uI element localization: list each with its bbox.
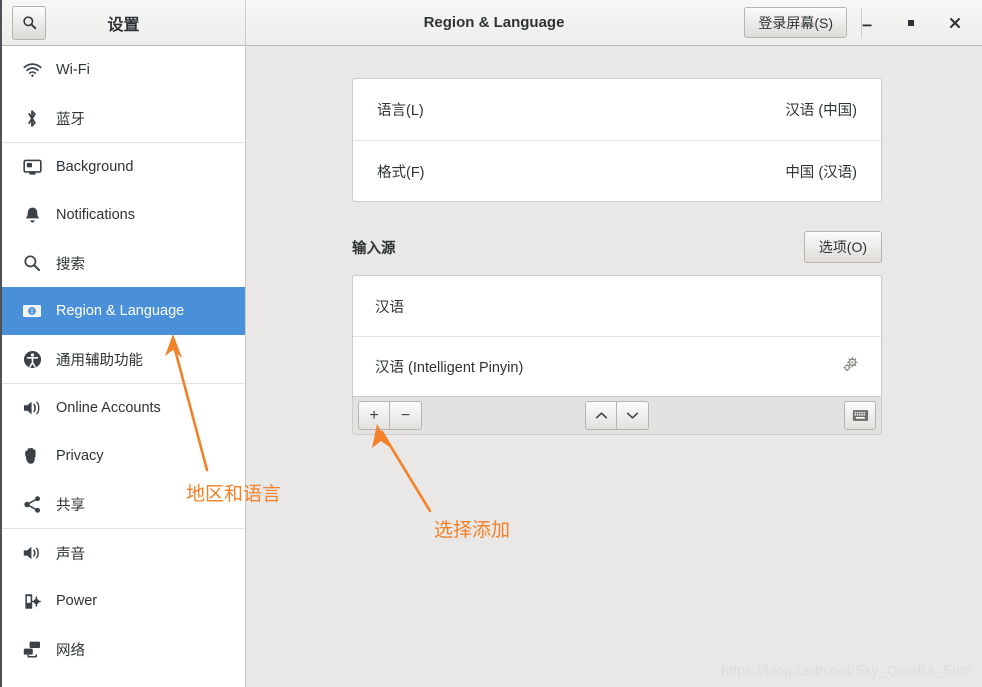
sidebar-item-region-language[interactable]: Region & Language — [2, 287, 245, 335]
chevron-down-icon — [626, 412, 639, 419]
minimize-icon — [862, 24, 872, 27]
close-icon — [950, 18, 960, 28]
language-format-frame: 语言(L) 汉语 (中国) 格式(F) 中国 (汉语) — [352, 78, 882, 202]
region-language-icon — [20, 303, 44, 319]
language-row[interactable]: 语言(L) 汉语 (中国) — [353, 79, 881, 140]
format-row[interactable]: 格式(F) 中国 (汉语) — [353, 140, 881, 201]
input-sources-title: 输入源 — [352, 240, 396, 257]
annotation-label-region-language: 地区和语言 — [186, 484, 282, 505]
input-sources-header: 输入源 选项(O) — [352, 231, 882, 263]
sidebar-item-sound[interactable]: 声音 — [2, 529, 245, 577]
maximize-button[interactable] — [898, 10, 924, 36]
sidebar-item-bluetooth[interactable]: 蓝牙 — [2, 94, 245, 142]
bell-icon — [20, 206, 44, 225]
settings-window: 设置 Region & Language 登录屏幕(S) Wi-Fi 蓝牙 Ba… — [0, 0, 982, 687]
move-up-button[interactable] — [585, 401, 617, 430]
sidebar-item-label: 声音 — [56, 546, 85, 563]
sidebar-item-label: 共享 — [56, 497, 85, 514]
online-accounts-icon — [20, 399, 44, 417]
language-row-label: 语言(L) — [377, 103, 424, 119]
sidebar-item-privacy[interactable]: Privacy — [2, 432, 245, 480]
settings-gear-icon[interactable] — [842, 356, 859, 377]
chevron-up-icon — [595, 412, 607, 419]
options-button[interactable]: 选项(O) — [803, 231, 882, 263]
privacy-hand-icon — [20, 447, 44, 466]
add-remove-group: + − — [358, 401, 422, 430]
share-icon — [20, 495, 44, 514]
watermark: https://blog.csdn.net/Sky_QiaoBa_Sum — [721, 662, 972, 678]
input-source-name: 汉语 — [375, 299, 404, 316]
sidebar-item-label: 网络 — [56, 642, 85, 659]
titlebar: 设置 Region & Language 登录屏幕(S) — [2, 0, 982, 46]
window-controls — [854, 0, 974, 46]
content-area: 语言(L) 汉语 (中国) 格式(F) 中国 (汉语) 输入源 选项(O) 汉语 — [246, 46, 982, 687]
input-sources-toolbar: + − — [352, 396, 882, 435]
list-item[interactable]: 汉语 — [353, 276, 881, 336]
input-source-name: 汉语 (Intelligent Pinyin) — [375, 360, 524, 376]
language-row-value: 汉语 (中国) — [785, 103, 857, 119]
sidebar-item-label: 搜索 — [56, 256, 85, 273]
titlebar-sidebar-section: 设置 — [2, 0, 246, 45]
maximize-icon — [908, 20, 914, 26]
keyboard-preview-icon — [852, 410, 868, 421]
sidebar-item-label: Power — [56, 593, 98, 609]
content-inner: 语言(L) 汉语 (中国) 格式(F) 中国 (汉语) 输入源 选项(O) 汉语 — [246, 46, 982, 435]
power-battery-icon — [20, 592, 44, 611]
search-button[interactable] — [12, 5, 46, 40]
wifi-icon — [20, 62, 44, 78]
sidebar-item-label: 蓝牙 — [56, 111, 85, 128]
annotation-label-add: 选择添加 — [434, 520, 511, 541]
sidebar-item-power[interactable]: Power — [2, 577, 245, 625]
show-keyboard-layout-button[interactable] — [844, 401, 876, 430]
accessibility-icon — [20, 350, 44, 369]
close-button[interactable] — [942, 10, 968, 36]
sidebar-item-label: Privacy — [56, 448, 104, 464]
bluetooth-icon — [20, 109, 44, 128]
list-item[interactable]: 汉语 (Intelligent Pinyin) — [353, 336, 881, 396]
format-row-label: 格式(F) — [377, 164, 425, 181]
sidebar-item-label: Online Accounts — [56, 400, 161, 416]
search-icon — [20, 254, 44, 272]
format-row-value: 中国 (汉语) — [785, 164, 857, 181]
sidebar-item-wifi[interactable]: Wi-Fi — [2, 46, 245, 94]
remove-input-source-button[interactable]: − — [390, 401, 422, 430]
input-sources-list: 汉语 汉语 (Intelligent Pinyin) — [352, 275, 882, 396]
move-down-button[interactable] — [617, 401, 649, 430]
background-icon — [20, 159, 44, 176]
add-input-source-button[interactable]: + — [358, 401, 390, 430]
minimize-button[interactable] — [854, 10, 880, 36]
login-screen-button[interactable]: 登录屏幕(S) — [744, 7, 847, 38]
titlebar-content-section: Region & Language 登录屏幕(S) — [246, 0, 982, 45]
reorder-group — [585, 401, 649, 430]
sound-icon — [20, 544, 44, 562]
network-icon — [20, 640, 44, 658]
keyboard-preview-group — [844, 401, 876, 430]
sidebar-item-search[interactable]: 搜索 — [2, 239, 245, 287]
sidebar-item-notifications[interactable]: Notifications — [2, 191, 245, 239]
sidebar-item-label: Background — [56, 159, 134, 175]
window-body: Wi-Fi 蓝牙 Background Notifications 搜索 Reg… — [2, 46, 982, 687]
sidebar-item-label: Wi-Fi — [56, 62, 90, 78]
sidebar: Wi-Fi 蓝牙 Background Notifications 搜索 Reg… — [2, 46, 246, 687]
page-title: Region & Language — [423, 14, 565, 31]
sidebar-item-network[interactable]: 网络 — [2, 625, 245, 673]
sidebar-item-label: Region & Language — [56, 303, 185, 319]
sidebar-item-accessibility[interactable]: 通用辅助功能 — [2, 335, 245, 383]
search-icon — [22, 16, 36, 30]
sidebar-item-online-accounts[interactable]: Online Accounts — [2, 384, 245, 432]
sidebar-item-label: 通用辅助功能 — [56, 352, 143, 369]
sidebar-item-label: Notifications — [56, 207, 135, 223]
sidebar-item-background[interactable]: Background — [2, 143, 245, 191]
